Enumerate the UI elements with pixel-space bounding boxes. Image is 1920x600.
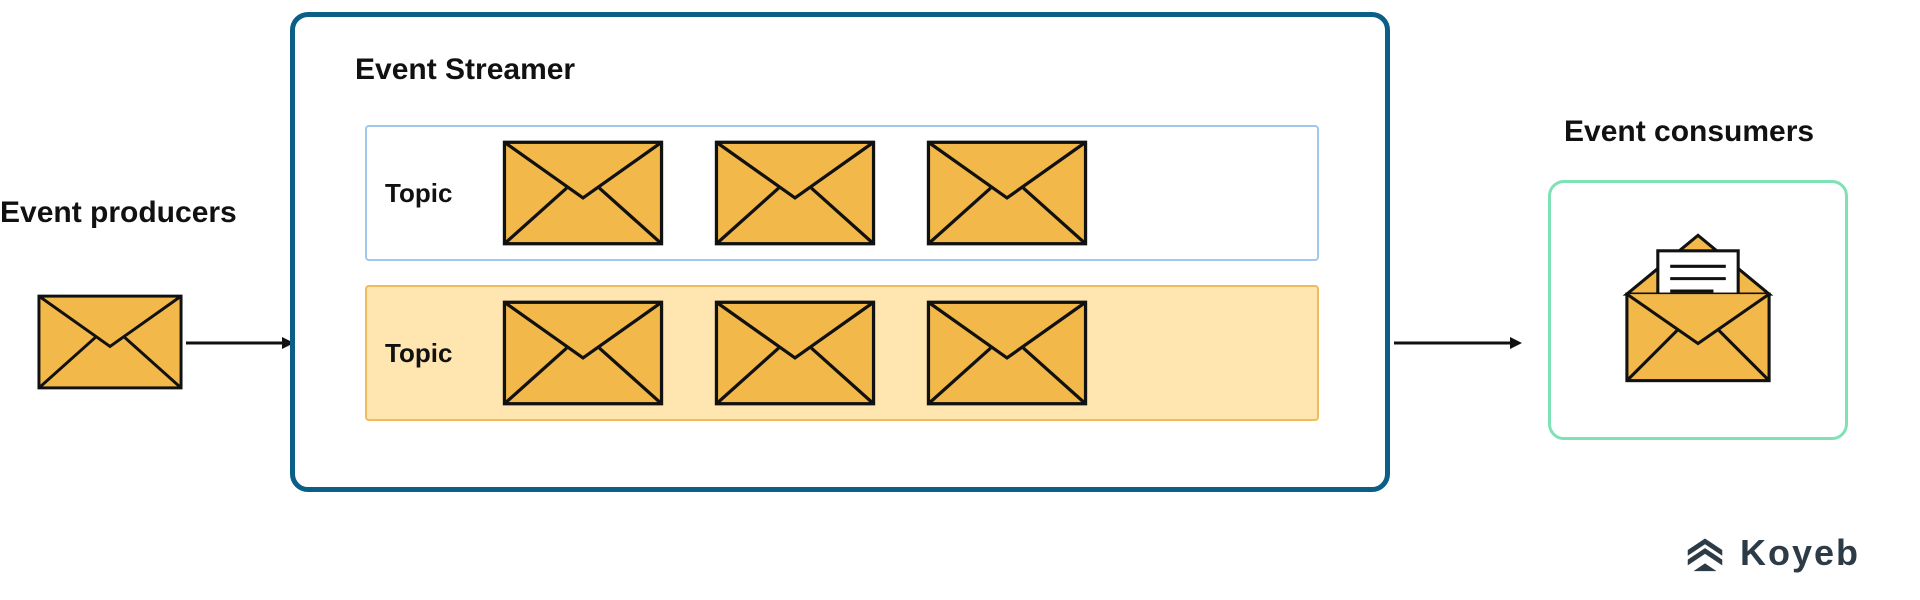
envelope-icon [709, 139, 881, 247]
consumer-box [1548, 180, 1848, 440]
envelope-icon [497, 299, 669, 407]
brand-logo: Koyeb [1682, 527, 1860, 578]
streamer-title: Event Streamer [355, 53, 575, 87]
diagram-stage: { "producers": { "label": "Event produce… [0, 0, 1920, 600]
topic-1-items [497, 139, 1093, 247]
envelope-icon [921, 139, 1093, 247]
producers-label: Event producers [0, 196, 237, 230]
envelope-icon [497, 139, 669, 247]
envelope-icon [709, 299, 881, 407]
topic-row-1: Topic [365, 125, 1319, 261]
brand-name: Koyeb [1740, 532, 1860, 574]
koyeb-logo-icon [1682, 527, 1728, 578]
open-envelope-icon [1598, 223, 1798, 398]
envelope-icon [921, 299, 1093, 407]
topic-label: Topic [385, 338, 467, 369]
consumers-label: Event consumers [1564, 115, 1814, 149]
topic-2-items [497, 299, 1093, 407]
producer-envelope-icon [36, 292, 184, 392]
event-streamer-box: Event Streamer Topic Topic [290, 12, 1390, 492]
topic-row-2: Topic [365, 285, 1319, 421]
topic-label: Topic [385, 178, 467, 209]
